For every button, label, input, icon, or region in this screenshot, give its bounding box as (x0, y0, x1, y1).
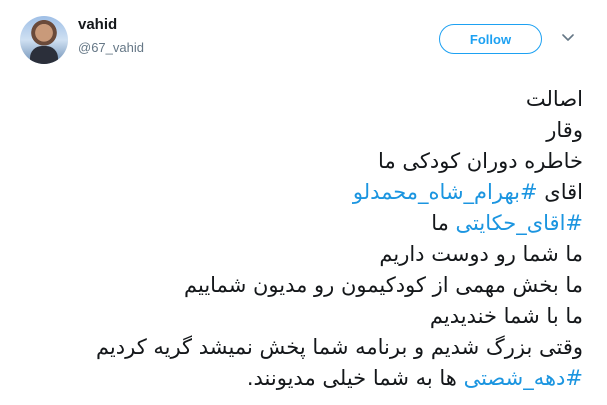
tweet-line: ما بخش مهمی از کودکیمون رو مدیون شماییم (23, 270, 583, 301)
hashtag-link[interactable]: #اقای_حکایتی (456, 211, 583, 235)
tweet-line: وقار (23, 115, 583, 146)
tweet-line-text: وقتی بزرگ شدیم و برنامه شما پخش نمیشد گر… (95, 335, 583, 359)
tweet-line-text: ها به شما خیلی مدیونند. (246, 366, 464, 390)
hashtag-link[interactable]: #دهه_شصتی (464, 366, 583, 390)
tweet-text: اصالت وقار خاطره دوران کودکی ما اقای #به… (23, 84, 583, 394)
user-handle[interactable]: @67_vahid (78, 40, 144, 55)
tweet-line: وقتی بزرگ شدیم و برنامه شما پخش نمیشد گر… (23, 332, 583, 363)
tweet-line: #دهه_شصتی ها به شما خیلی مدیونند. (23, 363, 583, 394)
avatar[interactable] (20, 16, 68, 64)
tweet-line-text: ما با شما خندیدیم (429, 304, 583, 328)
tweet-header: vahid @67_vahid Follow (0, 0, 607, 70)
tweet-line-text: ما (431, 211, 456, 235)
tweet-line: ما با شما خندیدیم (23, 301, 583, 332)
tweet-line-text: ما شما رو دوست داریم (379, 242, 583, 266)
follow-button[interactable]: Follow (439, 24, 542, 54)
user-name[interactable]: vahid (78, 16, 117, 33)
tweet-line-text: ما بخش مهمی از کودکیمون رو مدیون شماییم (184, 273, 583, 297)
chevron-down-glyph (562, 34, 574, 41)
chevron-down-icon[interactable] (561, 31, 575, 45)
tweet-line: اقای #بهرام_شاه_محمدلو (23, 177, 583, 208)
tweet-line: خاطره دوران کودکی ما (23, 146, 583, 177)
tweet-line-text: اصالت (525, 87, 583, 111)
hashtag-link[interactable]: #بهرام_شاه_محمدلو (353, 180, 538, 204)
tweet-line: ما شما رو دوست داریم (23, 239, 583, 270)
avatar-figure (30, 46, 58, 64)
tweet-line-text: وقار (546, 118, 583, 142)
tweet-line-text: خاطره دوران کودکی ما (378, 149, 583, 173)
tweet-line: #اقای_حکایتی ما (23, 208, 583, 239)
tweet-line-text: اقای (537, 180, 583, 204)
tweet-line: اصالت (23, 84, 583, 115)
